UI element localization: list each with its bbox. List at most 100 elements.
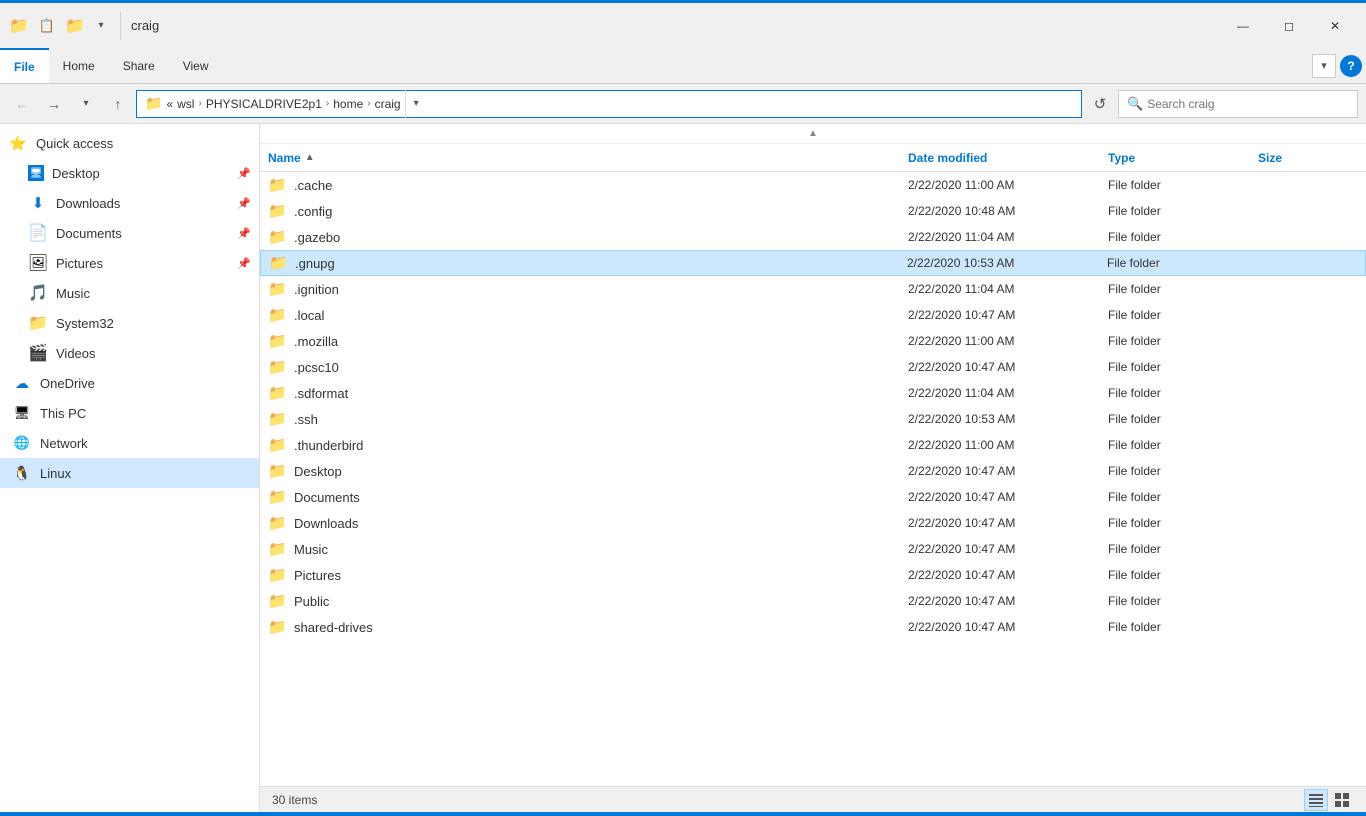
system32-icon: 📁 [28, 313, 48, 333]
title-bar: 📁 📋 📁 ▾ craig ― ◻ ✕ [0, 0, 1366, 48]
file-name: shared-drives [294, 620, 908, 635]
path-seg-home[interactable]: home [333, 97, 363, 111]
file-type: File folder [1108, 594, 1258, 608]
table-row[interactable]: 📁 .gazebo 2/22/2020 11:04 AM File folder [260, 224, 1366, 250]
file-name: Desktop [294, 464, 908, 479]
file-date: 2/22/2020 11:04 AM [908, 282, 1108, 296]
sidebar-item-thispc[interactable]: 🖥 This PC [0, 398, 259, 428]
maximize-button[interactable]: ◻ [1266, 10, 1312, 42]
file-date: 2/22/2020 11:04 AM [908, 386, 1108, 400]
sidebar-label-music: Music [56, 286, 251, 301]
sidebar-item-system32[interactable]: 📁 System32 [0, 308, 259, 338]
col-name-header[interactable]: Name ▲ [268, 151, 908, 165]
tab-home[interactable]: Home [49, 48, 109, 83]
file-name: Documents [294, 490, 908, 505]
sidebar-label-desktop: Desktop [52, 166, 229, 181]
minimize-button[interactable]: ― [1220, 10, 1266, 42]
search-input[interactable] [1147, 97, 1349, 111]
sidebar-item-music[interactable]: 🎵 Music [0, 278, 259, 308]
search-box[interactable]: 🔍 [1118, 90, 1358, 118]
desktop-icon: 🖥 [28, 165, 44, 181]
folder-row-icon: 📁 [268, 410, 288, 428]
table-row[interactable]: 📁 .config 2/22/2020 10:48 AM File folder [260, 198, 1366, 224]
file-list: 📁 .cache 2/22/2020 11:00 AM File folder … [260, 172, 1366, 786]
title-sep [120, 12, 121, 40]
back-button[interactable]: ← [8, 90, 36, 118]
folder-row-icon: 📁 [268, 228, 288, 246]
file-name: .gazebo [294, 230, 908, 245]
sidebar-item-downloads[interactable]: ⬇ Downloads 📌 [0, 188, 259, 218]
sidebar-item-linux[interactable]: 🐧 Linux [0, 458, 259, 488]
sort-arrow-name: ▲ [305, 152, 315, 163]
table-row[interactable]: 📁 .gnupg 2/22/2020 10:53 AM File folder [260, 250, 1366, 276]
item-count: 30 items [272, 793, 317, 807]
table-row[interactable]: 📁 .ssh 2/22/2020 10:53 AM File folder [260, 406, 1366, 432]
address-dropdown-btn[interactable]: ▾ [405, 90, 427, 118]
sidebar-label-linux: Linux [40, 466, 251, 481]
status-bar: 30 items [260, 786, 1366, 812]
up-button[interactable]: ↑ [104, 90, 132, 118]
table-row[interactable]: 📁 .sdformat 2/22/2020 11:04 AM File fold… [260, 380, 1366, 406]
collapse-row[interactable]: ▲ [260, 124, 1366, 144]
sidebar-item-documents[interactable]: 📄 Documents 📌 [0, 218, 259, 248]
folder2-icon: 📁 [64, 15, 86, 37]
details-view-btn[interactable] [1304, 789, 1328, 811]
path-seg-drive[interactable]: PHYSICALDRIVE2p1 [206, 97, 322, 111]
large-icons-view-btn[interactable] [1330, 789, 1354, 811]
refresh-button[interactable]: ↺ [1086, 90, 1114, 118]
sidebar-label-onedrive: OneDrive [40, 376, 251, 391]
table-row[interactable]: 📁 Public 2/22/2020 10:47 AM File folder [260, 588, 1366, 614]
pictures-icon: 🖼 [28, 253, 48, 273]
path-seg-wsl[interactable]: wsl [177, 97, 194, 111]
file-type: File folder [1108, 490, 1258, 504]
folder-row-icon: 📁 [268, 540, 288, 558]
file-type: File folder [1108, 334, 1258, 348]
sidebar-label-downloads: Downloads [56, 196, 229, 211]
tab-file[interactable]: File [0, 48, 49, 83]
sidebar-label-videos: Videos [56, 346, 251, 361]
table-row[interactable]: 📁 .mozilla 2/22/2020 11:00 AM File folde… [260, 328, 1366, 354]
path-chevron-left: « [166, 97, 173, 111]
col-size-header[interactable]: Size [1258, 151, 1358, 165]
table-row[interactable]: 📁 Music 2/22/2020 10:47 AM File folder [260, 536, 1366, 562]
table-row[interactable]: 📁 .ignition 2/22/2020 11:04 AM File fold… [260, 276, 1366, 302]
sidebar-item-onedrive[interactable]: ☁ OneDrive [0, 368, 259, 398]
recent-locations-button[interactable]: ▾ [72, 90, 100, 118]
sidebar-item-desktop[interactable]: 🖥 Desktop 📌 [0, 158, 259, 188]
table-row[interactable]: 📁 Desktop 2/22/2020 10:47 AM File folder [260, 458, 1366, 484]
col-type-header[interactable]: Type [1108, 151, 1258, 165]
table-row[interactable]: 📁 Downloads 2/22/2020 10:47 AM File fold… [260, 510, 1366, 536]
tab-view[interactable]: View [169, 48, 223, 83]
path-seg-craig[interactable]: craig [375, 97, 401, 111]
table-row[interactable]: 📁 .cache 2/22/2020 11:00 AM File folder [260, 172, 1366, 198]
table-row[interactable]: 📁 .thunderbird 2/22/2020 11:00 AM File f… [260, 432, 1366, 458]
sidebar-item-quick-access[interactable]: ⭐ Quick access [0, 128, 259, 158]
sidebar-item-pictures[interactable]: 🖼 Pictures 📌 [0, 248, 259, 278]
address-folder-icon: 📁 [145, 95, 162, 112]
ribbon-expand-btn[interactable]: ▾ [1312, 54, 1336, 78]
col-date-header[interactable]: Date modified [908, 151, 1108, 165]
table-row[interactable]: 📁 Documents 2/22/2020 10:47 AM File fold… [260, 484, 1366, 510]
file-type: File folder [1108, 178, 1258, 192]
tab-share[interactable]: Share [109, 48, 169, 83]
table-row[interactable]: 📁 Pictures 2/22/2020 10:47 AM File folde… [260, 562, 1366, 588]
table-row[interactable]: 📁 shared-drives 2/22/2020 10:47 AM File … [260, 614, 1366, 640]
table-row[interactable]: 📁 .pcsc10 2/22/2020 10:47 AM File folder [260, 354, 1366, 380]
file-name: .sdformat [294, 386, 908, 401]
close-button[interactable]: ✕ [1312, 10, 1358, 42]
sidebar-item-videos[interactable]: 🎬 Videos [0, 338, 259, 368]
sidebar-item-network[interactable]: 🌐 Network [0, 428, 259, 458]
forward-button[interactable]: → [40, 90, 68, 118]
help-button[interactable]: ? [1340, 55, 1362, 77]
title-dropdown-btn[interactable]: ▾ [92, 17, 110, 35]
thispc-icon: 🖥 [12, 403, 32, 423]
file-name: .gnupg [295, 256, 907, 271]
onedrive-icon: ☁ [12, 373, 32, 393]
file-date: 2/22/2020 10:47 AM [908, 542, 1108, 556]
folder-row-icon: 📁 [268, 618, 288, 636]
path-arrow-2: › [326, 98, 329, 109]
address-path[interactable]: 📁 « wsl › PHYSICALDRIVE2p1 › home › crai… [136, 90, 1082, 118]
file-type: File folder [1107, 256, 1257, 270]
table-row[interactable]: 📁 .local 2/22/2020 10:47 AM File folder [260, 302, 1366, 328]
pin-documents: 📌 [237, 227, 251, 240]
